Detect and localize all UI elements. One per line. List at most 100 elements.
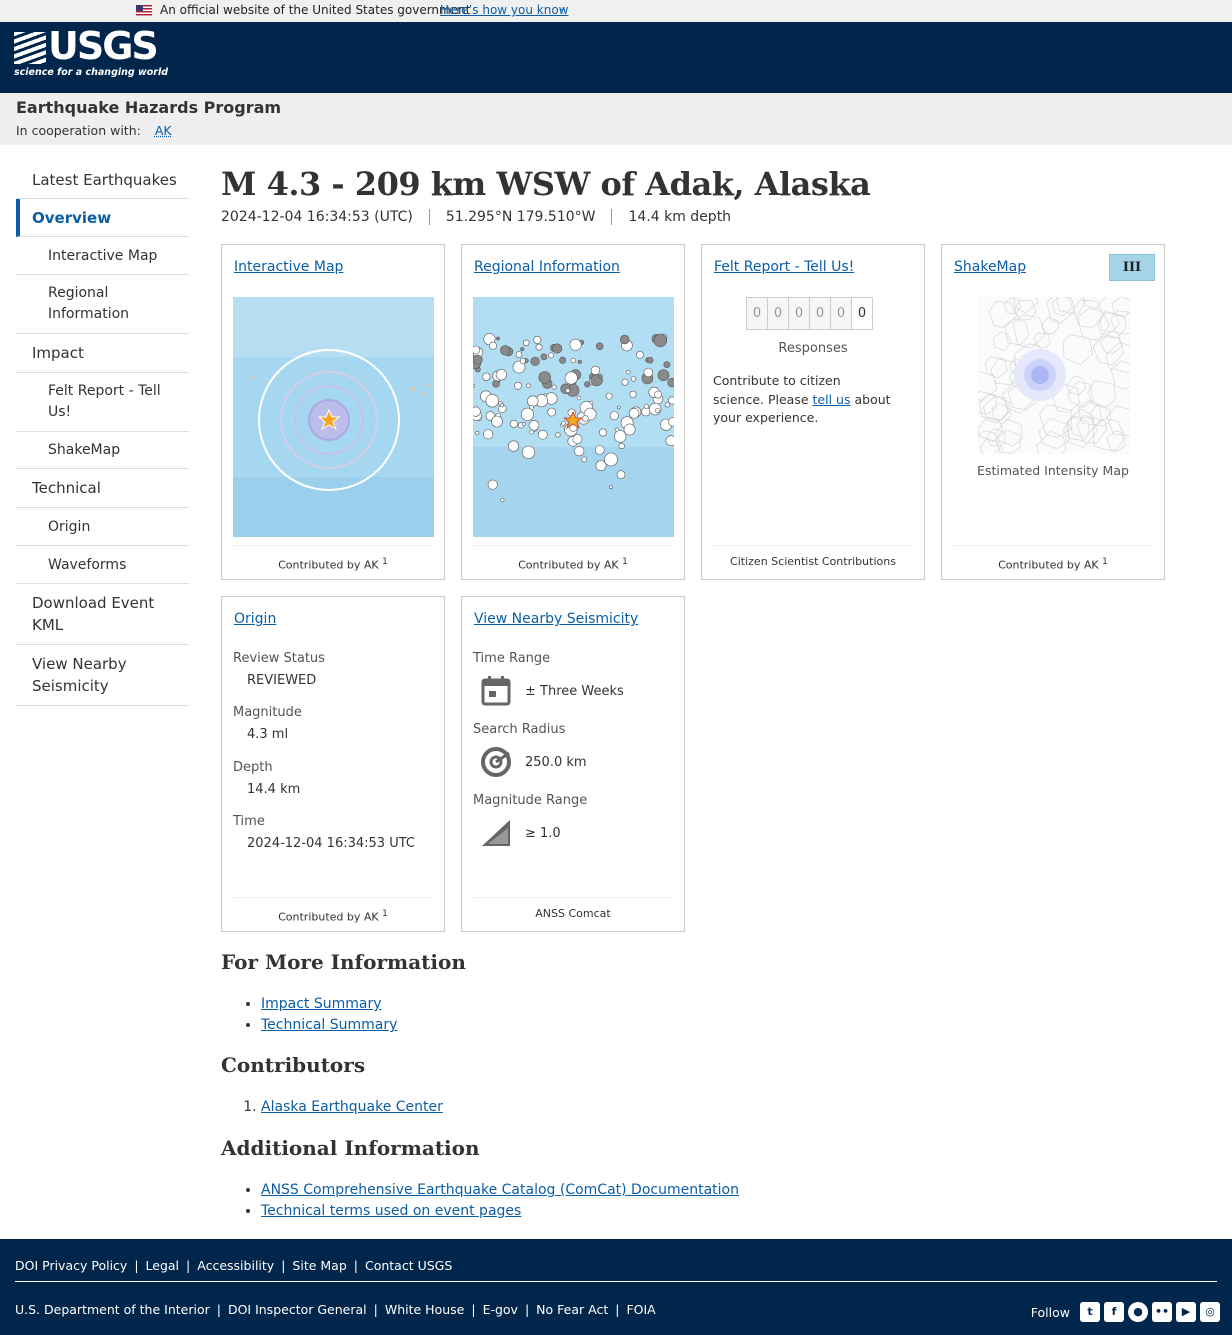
technical-summary-link[interactable]: Technical Summary (261, 1017, 397, 1033)
nearby-field: Search Radius 250.0 km (473, 722, 587, 779)
field-value: 4.3 ml (247, 727, 289, 742)
seismicity-marker (533, 335, 542, 344)
seismicity-marker (590, 365, 600, 375)
technical-terms-link[interactable]: Technical terms used on event pages (261, 1203, 521, 1219)
interactive-map-thumbnail[interactable] (233, 297, 434, 537)
seismicity-marker (500, 498, 505, 503)
sidebar-item-technical[interactable]: Technical (16, 469, 189, 508)
calendar-icon (481, 676, 511, 706)
contributor-ref[interactable]: 1 (1102, 557, 1108, 567)
footer-link-accessibility[interactable]: Accessibility (197, 1258, 274, 1273)
usgs-logo[interactable]: USGS science for a changing world (14, 26, 168, 80)
seismicity-marker (594, 445, 605, 455)
sidebar-item-impact[interactable]: Impact (16, 334, 189, 373)
list-item: ANSS Comprehensive Earthquake Catalog (C… (261, 1180, 739, 1201)
regional-map-graphic (473, 297, 674, 537)
sidebar-item-overview[interactable]: Overview (16, 199, 189, 237)
footer-link-egov[interactable]: E-gov (483, 1302, 518, 1317)
follow-label: Follow (1030, 1304, 1070, 1320)
sidebar-item-regional-information[interactable]: Regional Information (16, 275, 189, 334)
regional-information-card[interactable]: Regional Information Contributed by AK 1 (461, 244, 685, 580)
footer-link-interior[interactable]: U.S. Department of the Interior (15, 1302, 210, 1317)
alaska-earthquake-center-link[interactable]: Alaska Earthquake Center (261, 1099, 443, 1115)
footer-link-legal[interactable]: Legal (146, 1258, 180, 1273)
separator: | (216, 1302, 221, 1317)
separator: | (134, 1258, 139, 1273)
github-icon[interactable]: ● (1128, 1302, 1148, 1322)
footer-link-white-house[interactable]: White House (385, 1302, 465, 1317)
seismicity-marker (535, 343, 543, 351)
footer-link-foia[interactable]: FOIA (626, 1302, 655, 1317)
flickr-icon[interactable]: •• (1152, 1302, 1172, 1322)
sidebar-item-label: Download Event KML (32, 594, 155, 634)
sidebar-item-latest-earthquakes[interactable]: Latest Earthquakes (16, 161, 189, 199)
list-item: Technical terms used on event pages (261, 1201, 739, 1222)
seismicity-marker (570, 357, 576, 364)
facebook-icon[interactable]: f (1104, 1302, 1124, 1322)
seismicity-marker (574, 446, 585, 457)
seismicity-marker (569, 338, 582, 351)
program-title[interactable]: Earthquake Hazards Program (16, 98, 281, 117)
interactive-map-link[interactable]: Interactive Map (234, 259, 343, 275)
seismicity-marker (595, 460, 607, 471)
sidebar-item-origin[interactable]: Origin (16, 508, 189, 546)
footer-link-privacy[interactable]: DOI Privacy Policy (15, 1258, 127, 1273)
origin-link[interactable]: Origin (234, 611, 276, 627)
footer-link-inspector-general[interactable]: DOI Inspector General (228, 1302, 367, 1317)
contributor-ref[interactable]: 1 (382, 909, 388, 919)
shakemap-thumbnail[interactable] (978, 297, 1130, 454)
footer-text: Contributed by (518, 558, 601, 572)
seismicity-marker (565, 388, 570, 393)
youtube-icon[interactable]: ▶ (1176, 1302, 1196, 1322)
footer-link-sitemap[interactable]: Site Map (292, 1258, 346, 1273)
gov-banner-link[interactable]: Here’s how you know (440, 3, 569, 17)
interactive-map-card[interactable]: Interactive Map Contributed by AK 1 (221, 244, 445, 580)
logo-tagline: science for a changing world (14, 67, 169, 78)
contributor-ref[interactable]: 1 (382, 557, 388, 567)
seismicity-marker (548, 352, 555, 359)
nearby-seismicity-card[interactable]: View Nearby Seismicity Time Range ± Thre… (461, 596, 685, 932)
sidebar-item-nearby-seismicity[interactable]: View Nearby Seismicity (16, 645, 189, 706)
impact-summary-link[interactable]: Impact Summary (261, 996, 382, 1012)
contributor-ref[interactable]: 1 (622, 557, 628, 567)
seismicity-marker (488, 341, 497, 350)
field-value: ≥ 1.0 (525, 825, 561, 841)
seismicity-marker (473, 406, 481, 417)
tell-us-link[interactable]: tell us (813, 392, 851, 407)
footer-link-no-fear[interactable]: No Fear Act (536, 1302, 608, 1317)
card-footer: ANSS Comcat (474, 897, 672, 931)
sidebar-item-label: Interactive Map (48, 247, 158, 264)
usgs-waves-icon (14, 32, 46, 64)
felt-report-card[interactable]: Felt Report - Tell Us! 0 0 0 0 0 0 Respo… (701, 244, 925, 580)
seismicity-marker (538, 371, 551, 384)
regional-map-thumbnail[interactable] (473, 297, 674, 537)
seismicity-marker (581, 456, 588, 463)
shakemap-link[interactable]: ShakeMap (954, 259, 1026, 275)
seismicity-marker (555, 432, 561, 438)
shakemap-card[interactable]: ShakeMap III Estimated Intensity Map Con… (941, 244, 1165, 580)
field-label: Search Radius (473, 722, 566, 737)
twitter-icon[interactable]: t (1080, 1302, 1100, 1322)
cooperation-link[interactable]: AK (155, 123, 172, 138)
sidebar-item-waveforms[interactable]: Waveforms (16, 546, 189, 584)
event-summary: 2024-12-04 16:34:53 (UTC) 51.295°N 179.5… (221, 209, 747, 225)
sidebar-item-label: ShakeMap (48, 442, 121, 458)
seismicity-marker (609, 485, 613, 489)
footer-link-contact[interactable]: Contact USGS (365, 1258, 452, 1273)
comcat-documentation-link[interactable]: ANSS Comprehensive Earthquake Catalog (C… (261, 1182, 739, 1198)
contributor-abbr: AK (363, 910, 379, 924)
sidebar-item-download-kml[interactable]: Download Event KML (16, 584, 189, 645)
sidebar-item-shakemap[interactable]: ShakeMap (16, 432, 189, 469)
seismicity-marker (598, 374, 603, 379)
felt-report-link[interactable]: Felt Report - Tell Us! (714, 259, 854, 275)
seismicity-marker (654, 390, 662, 399)
nearby-seismicity-link[interactable]: View Nearby Seismicity (474, 611, 638, 627)
instagram-icon[interactable]: ◎ (1200, 1302, 1220, 1322)
regional-information-link[interactable]: Regional Information (474, 259, 620, 275)
sidebar-item-felt-report[interactable]: Felt Report - Tell Us! (16, 373, 189, 432)
chevron-down-icon[interactable]: ⌄ (558, 3, 566, 14)
sidebar-item-interactive-map[interactable]: Interactive Map (16, 237, 189, 275)
origin-card[interactable]: Origin Review Status REVIEWED Magnitude … (221, 596, 445, 932)
seismicity-marker (540, 353, 548, 361)
field-label: Time (233, 814, 265, 829)
